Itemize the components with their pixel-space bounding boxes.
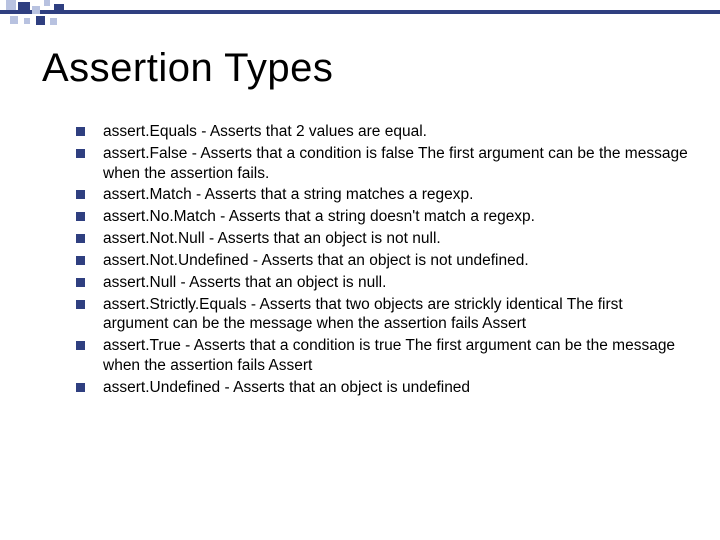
list-item-text: assert.Match - Asserts that a string mat… — [103, 185, 473, 205]
list-item: assert.Match - Asserts that a string mat… — [76, 185, 692, 205]
list-item: assert.Not.Undefined - Asserts that an o… — [76, 251, 692, 271]
deco-square — [32, 6, 40, 14]
slide: Assertion Types assert.Equals - Asserts … — [0, 0, 720, 540]
list-item: assert.False - Asserts that a condition … — [76, 144, 692, 184]
deco-square — [6, 0, 16, 10]
list-item-text: assert.No.Match - Asserts that a string … — [103, 207, 535, 227]
deco-square — [36, 16, 45, 25]
list-item-text: assert.Null - Asserts that an object is … — [103, 273, 386, 293]
bullet-icon — [76, 256, 85, 265]
bullet-icon — [76, 190, 85, 199]
deco-square — [10, 16, 18, 24]
header-strip — [0, 10, 720, 14]
bullet-icon — [76, 278, 85, 287]
list-item: assert.Null - Asserts that an object is … — [76, 273, 692, 293]
deco-square — [18, 2, 30, 14]
list-item-text: assert.True - Asserts that a condition i… — [103, 336, 692, 376]
bullet-icon — [76, 234, 85, 243]
bullet-icon — [76, 127, 85, 136]
list-item-text: assert.Not.Undefined - Asserts that an o… — [103, 251, 529, 271]
header-decoration — [0, 0, 720, 32]
bullet-icon — [76, 212, 85, 221]
list-item-text: assert.False - Asserts that a condition … — [103, 144, 692, 184]
bullet-icon — [76, 341, 85, 350]
bullet-icon — [76, 383, 85, 392]
list-item-text: assert.Not.Null - Asserts that an object… — [103, 229, 441, 249]
bullet-icon — [76, 149, 85, 158]
bullet-list: assert.Equals - Asserts that 2 values ar… — [76, 122, 692, 400]
slide-title: Assertion Types — [42, 46, 333, 91]
deco-square — [54, 4, 64, 14]
list-item-text: assert.Strictly.Equals - Asserts that tw… — [103, 295, 692, 335]
deco-square — [24, 18, 30, 24]
list-item: assert.No.Match - Asserts that a string … — [76, 207, 692, 227]
deco-square — [50, 18, 57, 25]
list-item-text: assert.Equals - Asserts that 2 values ar… — [103, 122, 427, 142]
list-item-text: assert.Undefined - Asserts that an objec… — [103, 378, 470, 398]
list-item: assert.Not.Null - Asserts that an object… — [76, 229, 692, 249]
list-item: assert.Undefined - Asserts that an objec… — [76, 378, 692, 398]
list-item: assert.Equals - Asserts that 2 values ar… — [76, 122, 692, 142]
deco-square — [44, 0, 50, 6]
bullet-icon — [76, 300, 85, 309]
list-item: assert.Strictly.Equals - Asserts that tw… — [76, 295, 692, 335]
list-item: assert.True - Asserts that a condition i… — [76, 336, 692, 376]
